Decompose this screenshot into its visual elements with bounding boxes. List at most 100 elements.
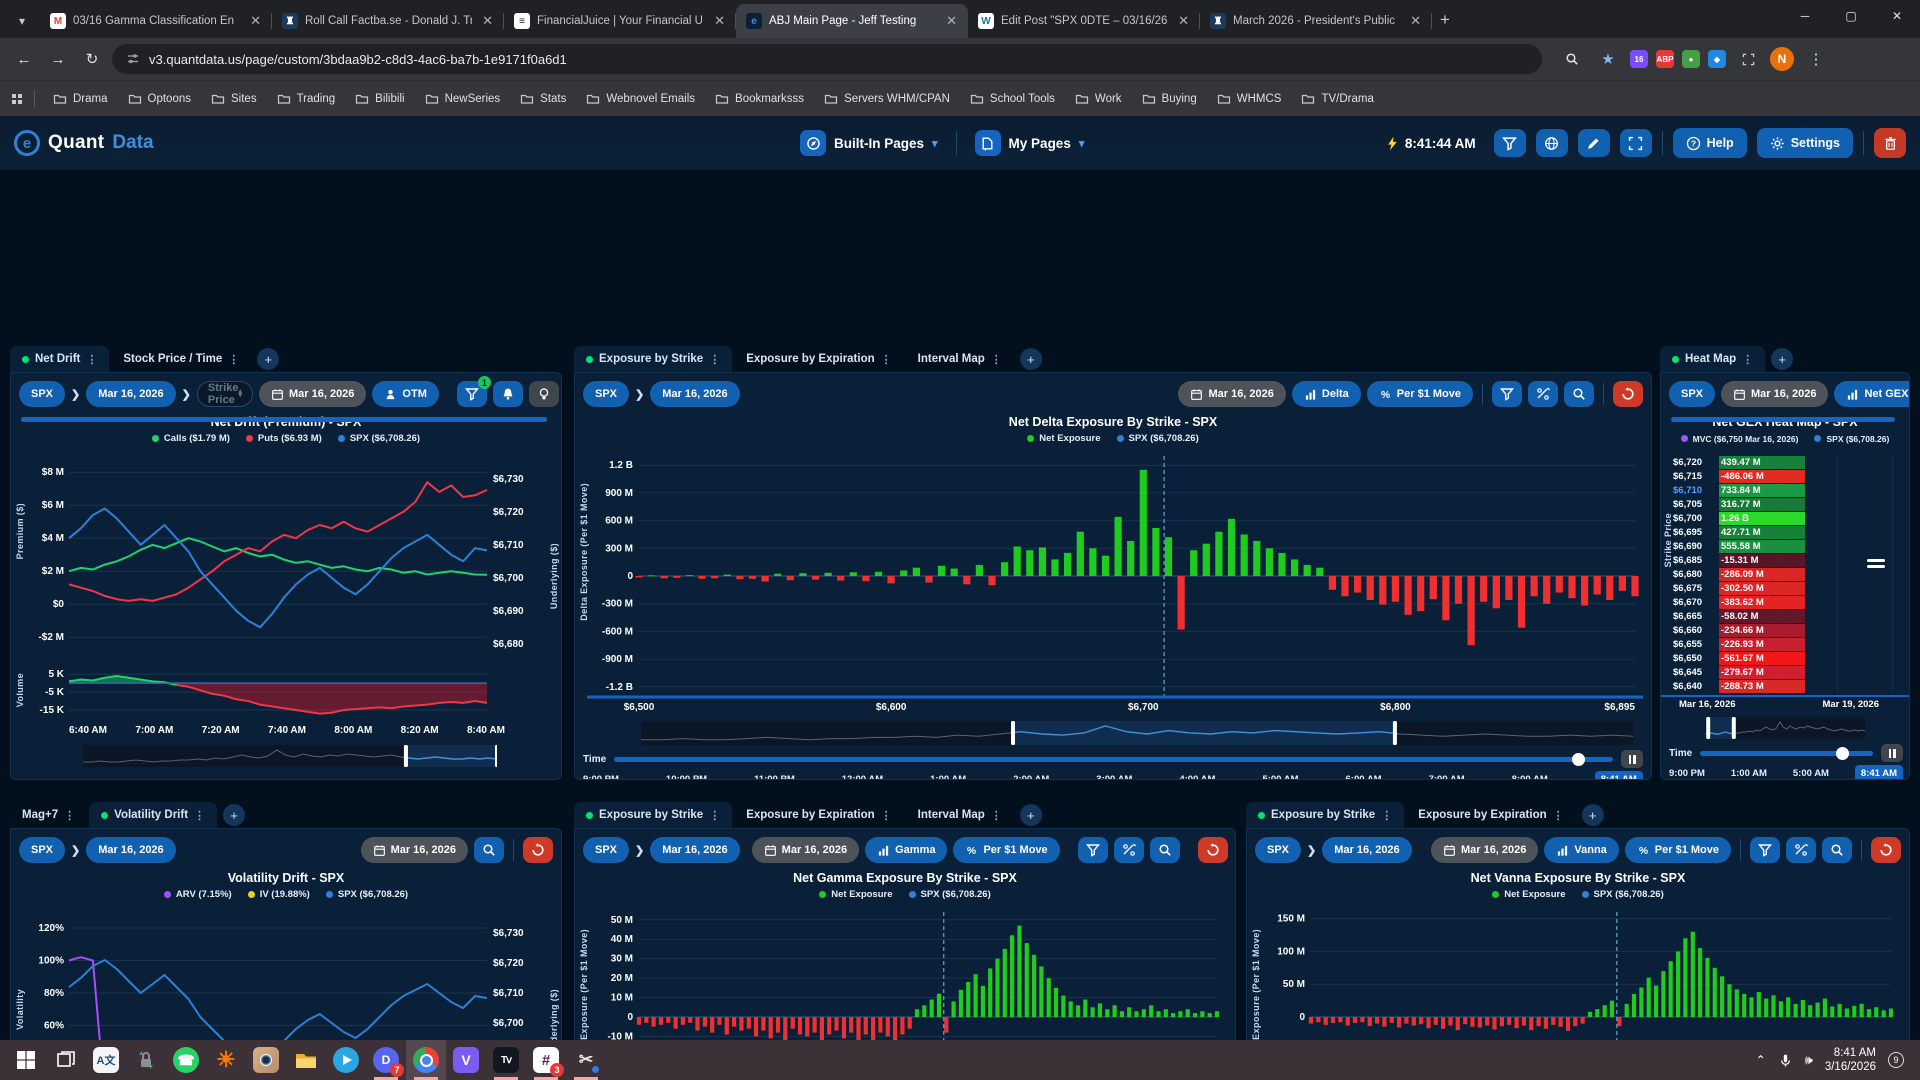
tune-icon[interactable] bbox=[126, 52, 140, 66]
kebab-menu-icon[interactable]: ⋮ bbox=[228, 353, 239, 366]
heatmap-cell[interactable]: 733.84 M bbox=[1719, 483, 1805, 497]
idea-button[interactable] bbox=[528, 381, 559, 407]
tab-close-icon[interactable]: ✕ bbox=[943, 13, 960, 29]
avatar[interactable]: N bbox=[1770, 47, 1794, 71]
strike-price-input[interactable]: Strike Price ▴ ▾ bbox=[196, 381, 253, 407]
my-pages-button[interactable]: My Pages ▾ bbox=[974, 130, 1084, 156]
bookmark-folder[interactable]: NewSeries bbox=[417, 88, 509, 110]
browser-tab[interactable]: ≡ FinancialJuice | Your Financial U ✕ bbox=[504, 4, 736, 38]
taskbar-translate-icon[interactable]: A文 bbox=[86, 1040, 126, 1080]
browser-tab[interactable]: ♜ March 2026 - President's Public ✕ bbox=[1200, 4, 1432, 38]
bookmark-folder[interactable]: Work bbox=[1067, 88, 1130, 110]
taskbar-tradingview-icon[interactable]: T𝗏 bbox=[486, 1040, 526, 1080]
delta-chart[interactable]: 1.2 B 900 M 600 M 300 M 0 -300 M -600 M -900 M -… bbox=[587, 451, 1643, 713]
tab-stock-price-time[interactable]: Stock Price / Time ⋮ bbox=[111, 346, 251, 372]
taskbar-file-explorer-icon[interactable] bbox=[286, 1040, 326, 1080]
bookmark-folder[interactable]: Drama bbox=[45, 88, 116, 110]
kebab-menu-icon[interactable]: ⋮ bbox=[991, 353, 1002, 366]
bookmark-folder[interactable]: Bookmarksss bbox=[707, 88, 812, 110]
heatmap-row[interactable]: $6,645 -279.67 M bbox=[1673, 665, 1899, 679]
fullscreen-button[interactable] bbox=[1619, 129, 1652, 157]
heatmap-row[interactable]: $6,655 -226.93 M bbox=[1673, 637, 1899, 651]
symbol-pill[interactable]: SPX bbox=[583, 381, 630, 407]
taskbar-vpn-lock-icon[interactable] bbox=[126, 1040, 166, 1080]
symbol-pill[interactable]: SPX bbox=[1255, 837, 1302, 863]
browser-tab[interactable]: W Edit Post "SPX 0DTE – 03/16/26" ✕ bbox=[968, 4, 1200, 38]
add-tab-button[interactable]: + bbox=[1019, 348, 1042, 370]
browser-menu-icon[interactable]: ⋮ bbox=[1802, 45, 1830, 73]
kebab-menu-icon[interactable]: ⋮ bbox=[1742, 353, 1753, 366]
settings-button[interactable]: Settings bbox=[1756, 128, 1853, 158]
expiration-date-pill[interactable]: Mar 16, 2026 bbox=[751, 837, 860, 863]
bookmark-folder[interactable]: Bilibili bbox=[347, 88, 412, 110]
heatmap-grid[interactable]: $6,720 439.47 M $6,715 -486.06 M $6,710 733.8… bbox=[1673, 455, 1899, 693]
ext-green-icon[interactable]: ● bbox=[1682, 50, 1700, 68]
back-icon[interactable]: ← bbox=[10, 45, 38, 73]
kebab-menu-icon[interactable]: ⋮ bbox=[881, 809, 892, 822]
range-brush[interactable] bbox=[83, 745, 497, 767]
zoom-button[interactable] bbox=[474, 837, 504, 863]
percent-button[interactable] bbox=[1786, 837, 1816, 863]
tab-exposure-by-strike[interactable]: Exposure by Strike ⋮ bbox=[1246, 802, 1405, 828]
heatmap-cell[interactable]: -279.67 M bbox=[1719, 665, 1805, 679]
add-tab-button[interactable]: + bbox=[223, 804, 246, 826]
browser-tab[interactable]: e ABJ Main Page - Jeff Testing ✕ bbox=[736, 4, 968, 38]
taskbar-v-app-icon[interactable]: V bbox=[446, 1040, 486, 1080]
taskbar-slack-icon[interactable]: #3 bbox=[526, 1040, 566, 1080]
taskbar-snip-icon[interactable]: ✂ bbox=[566, 1040, 606, 1080]
time-slider-track[interactable] bbox=[614, 752, 1613, 766]
heatmap-cell[interactable]: -15.31 M bbox=[1719, 553, 1805, 567]
tab-close-icon[interactable]: ✕ bbox=[711, 13, 728, 29]
bookmark-folder[interactable]: Optoons bbox=[120, 88, 199, 110]
heatmap-cell[interactable]: 555.58 M bbox=[1719, 539, 1805, 553]
heatmap-cell[interactable]: 427.71 M bbox=[1719, 525, 1805, 539]
expiration-date-pill[interactable]: Mar 16, 2026 bbox=[1430, 837, 1539, 863]
filter-button[interactable] bbox=[1750, 837, 1780, 863]
metric-pill[interactable]: Net GEX bbox=[1834, 381, 1909, 407]
bookmark-folder[interactable]: Trading bbox=[269, 88, 344, 110]
tab-close-icon[interactable]: ✕ bbox=[479, 13, 496, 29]
reset-button[interactable] bbox=[1197, 837, 1228, 863]
reload-icon[interactable]: ↻ bbox=[78, 45, 106, 73]
expiration-date-pill[interactable]: Mar 16, 2026 bbox=[1178, 381, 1286, 407]
taskbar-whatsapp-icon[interactable]: ☎ bbox=[166, 1040, 206, 1080]
heatmap-cell[interactable]: -561.67 M bbox=[1719, 651, 1805, 665]
heatmap-scroll-handle[interactable] bbox=[1867, 559, 1889, 571]
symbol-pill[interactable]: SPX bbox=[19, 837, 66, 863]
kebab-menu-icon[interactable]: ⋮ bbox=[881, 353, 892, 366]
kebab-menu-icon[interactable]: ⋮ bbox=[194, 809, 205, 822]
taskbar-discord-icon[interactable]: D7 bbox=[366, 1040, 406, 1080]
built-in-pages-button[interactable]: Built-In Pages ▾ bbox=[800, 130, 938, 156]
bookmark-folder[interactable]: Servers WHM/CPAN bbox=[816, 88, 958, 110]
kebab-menu-icon[interactable]: ⋮ bbox=[709, 353, 720, 366]
reset-button[interactable] bbox=[1871, 837, 1901, 863]
kebab-menu-icon[interactable]: ⋮ bbox=[991, 809, 1002, 822]
quantdata-logo[interactable]: e Quant Data bbox=[14, 130, 154, 156]
tab-exposure-by-expiration[interactable]: Exposure by Expiration ⋮ bbox=[1406, 802, 1575, 828]
tab-net-drift[interactable]: Net Drift ⋮ bbox=[10, 346, 110, 372]
tab-exposure-by-strike[interactable]: Exposure by Strike ⋮ bbox=[574, 802, 733, 828]
heatmap-cell[interactable]: 439.47 M bbox=[1719, 455, 1805, 469]
taskbar-sun-app-icon[interactable]: ☀ bbox=[206, 1040, 246, 1080]
heatmap-row[interactable]: $6,695 427.71 M bbox=[1673, 525, 1899, 539]
range-brush[interactable] bbox=[641, 721, 1633, 745]
expiration-date-pill[interactable]: Mar 16, 2026 bbox=[360, 837, 468, 863]
horizontal-scrollbar[interactable] bbox=[1671, 417, 1895, 422]
alerts-button[interactable] bbox=[492, 381, 523, 407]
add-tab-button[interactable]: + bbox=[1019, 804, 1042, 826]
heatmap-cell[interactable]: 316.77 M bbox=[1719, 497, 1805, 511]
ext-16-icon[interactable]: 16 bbox=[1630, 50, 1648, 68]
heatmap-cell[interactable]: 1.26 B bbox=[1719, 511, 1805, 525]
taskbar-taskview-icon[interactable] bbox=[46, 1040, 86, 1080]
taskbar-telegram-icon[interactable] bbox=[326, 1040, 366, 1080]
kebab-menu-icon[interactable]: ⋮ bbox=[1381, 809, 1392, 822]
filter-button[interactable]: 1 bbox=[456, 376, 491, 407]
tray-chevron-icon[interactable]: ⌃ bbox=[1756, 1053, 1766, 1067]
time-slider-knob[interactable] bbox=[1572, 752, 1586, 766]
heatmap-cell[interactable]: -234.66 M bbox=[1719, 623, 1805, 637]
tab-interval-map[interactable]: Interval Map ⋮ bbox=[906, 802, 1014, 828]
tab-close-icon[interactable]: ✕ bbox=[1407, 13, 1424, 29]
filter-button[interactable] bbox=[1493, 129, 1526, 157]
heatmap-row[interactable]: $6,720 439.47 M bbox=[1673, 455, 1899, 469]
edit-button[interactable] bbox=[1577, 129, 1610, 157]
